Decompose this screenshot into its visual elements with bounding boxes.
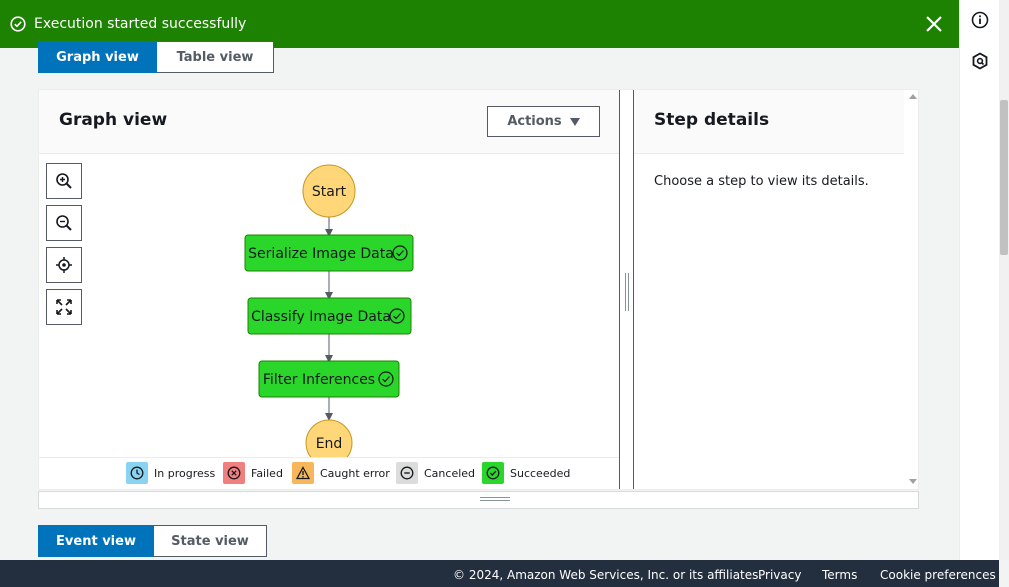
state-filter-inferences[interactable]: Filter Inferences	[258, 360, 400, 398]
tab-graph-view[interactable]: Graph view	[38, 41, 157, 73]
start-node[interactable]: Start	[302, 164, 356, 218]
caret-down-icon	[569, 117, 580, 126]
svg-text:Filter Inferences: Filter Inferences	[263, 372, 375, 388]
details-placeholder: Choose a step to view its details.	[654, 174, 869, 189]
legend-canceled: Canceled	[396, 461, 475, 485]
page-scrollbar[interactable]	[999, 0, 1009, 560]
svg-text:Serialize Image Data: Serialize Image Data	[248, 246, 394, 262]
execution-panel: Graph view Actions Start Serialize Image…	[38, 89, 919, 490]
check-circle-icon	[482, 462, 504, 484]
workflow-graph: Start Serialize Image Data Classify Imag…	[244, 164, 414, 457]
legend-succeeded: Succeeded	[482, 461, 570, 485]
panel-resize-bar[interactable]	[38, 491, 919, 509]
tab-table-view[interactable]: Table view	[157, 41, 274, 73]
svg-text:End: End	[316, 436, 343, 452]
details-scrollbar[interactable]	[905, 90, 919, 489]
tab-event-view[interactable]: Event view	[38, 525, 154, 557]
svg-text:Start: Start	[312, 184, 347, 200]
legend-in-progress: In progress	[126, 461, 215, 485]
scroll-thumb[interactable]	[1000, 100, 1008, 255]
state-classify-image-data[interactable]: Classify Image Data	[247, 297, 412, 335]
pane-resize-handle[interactable]	[619, 90, 634, 489]
step-details-pane: Step details Choose a step to view its d…	[634, 90, 904, 489]
check-circle-icon	[10, 16, 26, 32]
minus-circle-icon	[396, 462, 418, 484]
history-toggle: Event view State view	[38, 525, 267, 557]
grip-icon	[480, 497, 510, 501]
legend-failed: Failed	[223, 461, 283, 485]
feedback-icon[interactable]	[971, 52, 989, 70]
legend-caught-error: Caught error	[292, 461, 390, 485]
footer: © 2024, Amazon Web Services, Inc. or its…	[0, 560, 999, 587]
privacy-link[interactable]: Privacy	[758, 568, 801, 582]
warning-icon	[292, 462, 314, 484]
tab-state-view[interactable]: State view	[154, 525, 267, 557]
graph-pane: Graph view Actions Start Serialize Image…	[39, 90, 620, 489]
end-node[interactable]: End	[305, 419, 353, 457]
actions-label: Actions	[507, 114, 562, 129]
close-icon[interactable]	[924, 14, 944, 34]
x-circle-icon	[223, 462, 245, 484]
scroll-down-icon[interactable]	[909, 479, 917, 484]
grip-icon	[625, 273, 629, 311]
svg-text:Classify Image Data: Classify Image Data	[251, 309, 391, 325]
details-title: Step details	[654, 110, 770, 130]
status-legend: In progress Failed Caught error Canceled	[39, 457, 620, 489]
clock-icon	[126, 462, 148, 484]
help-rail	[959, 0, 999, 560]
banner-message: Execution started successfully	[34, 16, 247, 32]
terms-link[interactable]: Terms	[822, 568, 857, 582]
copyright-text: © 2024, Amazon Web Services, Inc. or its…	[453, 568, 763, 582]
cookie-preferences-link[interactable]: Cookie preferences	[880, 568, 996, 582]
graph-header: Graph view Actions	[39, 90, 620, 154]
details-header: Step details	[634, 90, 904, 154]
view-toggle: Graph view Table view	[38, 41, 274, 73]
state-serialize-image-data[interactable]: Serialize Image Data	[244, 234, 414, 272]
graph-title: Graph view	[59, 110, 168, 130]
scroll-up-icon[interactable]	[909, 94, 917, 99]
actions-button[interactable]: Actions	[487, 106, 600, 137]
info-icon[interactable]	[971, 11, 989, 29]
